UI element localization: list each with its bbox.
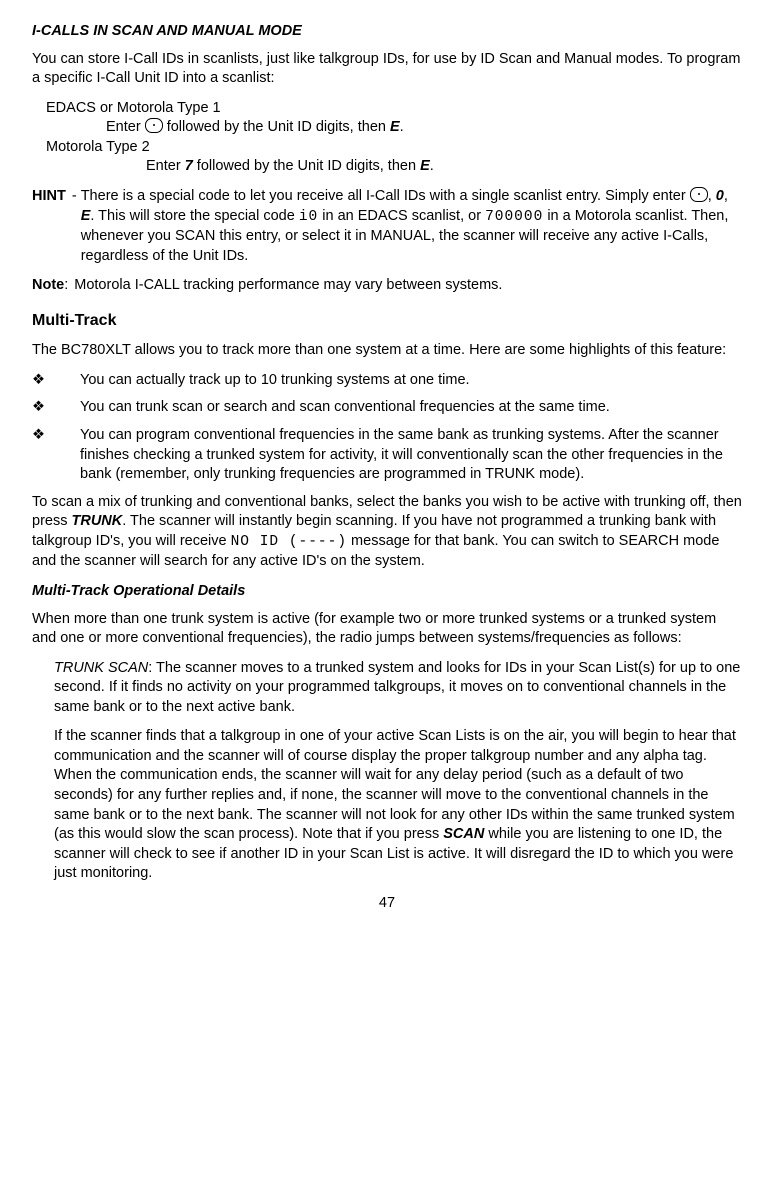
text-followed: followed by the Unit ID digits, then [193, 158, 420, 174]
bullet-item-2: ❖ You can trunk scan or search and scan … [32, 398, 742, 418]
key-zero: 0 [716, 188, 724, 204]
paragraph-multitrack-intro: The BC780XLT allows you to track more th… [32, 341, 742, 361]
paragraph-intro: You can store I-Call IDs in scanlists, j… [32, 50, 742, 89]
edacs-enter-line: Enter followed by the Unit ID digits, th… [106, 118, 742, 138]
text-followed: followed by the Unit ID digits, then [163, 119, 390, 135]
hint-dash: - [68, 188, 77, 204]
bullet-icon: ❖ [32, 426, 80, 485]
edacs-title: EDACS or Motorola Type 1 [46, 99, 742, 119]
hint-text-c: . This will store the special code [90, 208, 298, 224]
dot-key-icon [145, 118, 163, 133]
dot-key-icon [690, 187, 708, 202]
subsection-heading-opdetails: Multi-Track Operational Details [32, 582, 742, 602]
text-period: . [400, 119, 404, 135]
section-heading-icalls: I-CALLS IN SCAN AND MANUAL MODE [32, 22, 742, 42]
bullet-text: You can trunk scan or search and scan co… [80, 398, 742, 418]
section-heading-multitrack: Multi-Track [32, 310, 742, 332]
page-number: 47 [32, 894, 742, 914]
key-e: E [420, 158, 430, 174]
hint-text-d: in an EDACS scanlist, or [318, 208, 485, 224]
paragraph-mix: To scan a mix of trunking and convention… [32, 493, 742, 572]
hint-text-a: There is a special code to let you recei… [81, 188, 690, 204]
note-colon: : [64, 277, 68, 293]
text-period: . [430, 158, 434, 174]
paragraph-trunkscan: TRUNK SCAN: The scanner moves to a trunk… [54, 659, 742, 718]
code-i0: i0 [299, 209, 318, 225]
text-enter: Enter [146, 158, 185, 174]
programming-block: EDACS or Motorola Type 1 Enter followed … [46, 99, 742, 177]
note-label: Note [32, 277, 64, 293]
label-trunkscan: TRUNK SCAN [54, 660, 148, 676]
text-body: : The scanner moves to a trunked system … [54, 660, 740, 715]
paragraph-opdetails-intro: When more than one trunk system is activ… [32, 610, 742, 649]
key-seven: 7 [185, 158, 193, 174]
bullet-icon: ❖ [32, 398, 80, 418]
code-noid: NO ID (----) [231, 534, 347, 550]
code-700000: 700000 [485, 209, 543, 225]
note-block: Note: Motorola I-CALL tracking performan… [32, 276, 742, 296]
hint-label: HINT [32, 188, 66, 204]
note-body: Motorola I-CALL tracking performance may… [74, 276, 742, 296]
bullet-item-3: ❖ You can program conventional frequenci… [32, 426, 742, 485]
bullet-item-1: ❖ You can actually track up to 10 trunki… [32, 371, 742, 391]
page: I-CALLS IN SCAN AND MANUAL MODE You can … [0, 0, 774, 1182]
bullet-icon: ❖ [32, 371, 80, 391]
key-trunk: TRUNK [72, 513, 123, 529]
hint-text-b: , [708, 188, 716, 204]
bullet-text: You can program conventional frequencies… [80, 426, 742, 485]
hint-body: There is a special code to let you recei… [81, 187, 742, 266]
key-e: E [390, 119, 400, 135]
text-enter: Enter [106, 119, 145, 135]
hint-block: HINT - There is a special code to let yo… [32, 187, 742, 266]
key-e: E [81, 208, 91, 224]
moto-title: Motorola Type 2 [46, 138, 742, 158]
key-scan: SCAN [443, 826, 484, 842]
hint-comma: , [724, 188, 728, 204]
bullet-text: You can actually track up to 10 trunking… [80, 371, 742, 391]
paragraph-trunkscan-2: If the scanner finds that a talkgroup in… [54, 727, 742, 884]
moto-enter-line: Enter 7 followed by the Unit ID digits, … [146, 157, 742, 177]
